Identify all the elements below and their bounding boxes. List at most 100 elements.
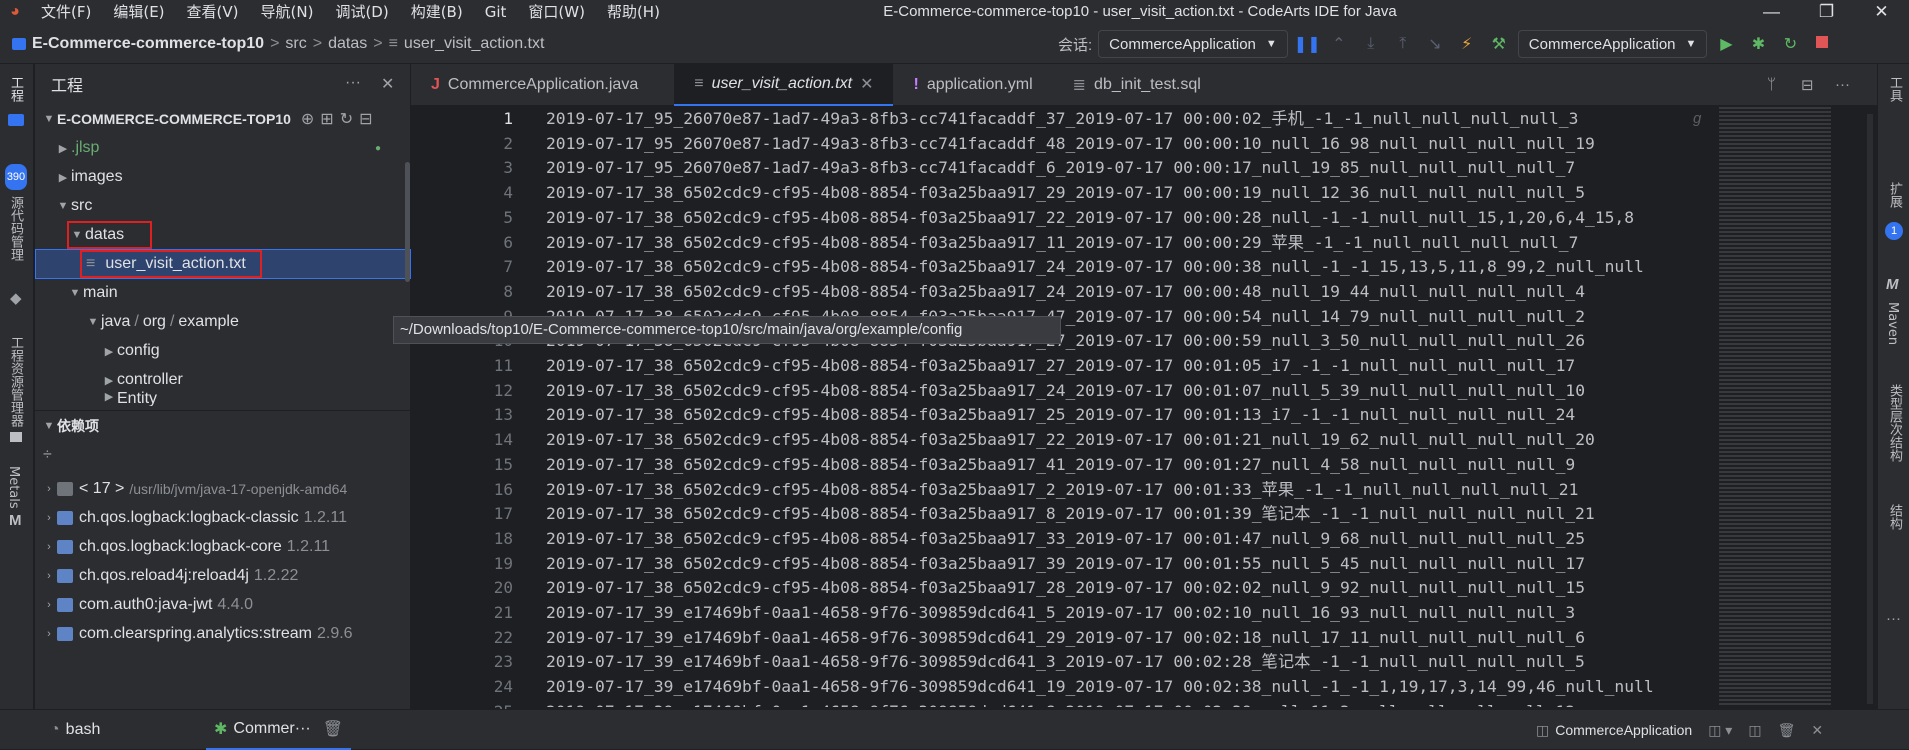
menu-git[interactable]: Git bbox=[474, 0, 518, 24]
menu-navigate[interactable]: 导航(N) bbox=[250, 0, 325, 24]
menu-build[interactable]: 构建(B) bbox=[400, 0, 474, 24]
code-line[interactable]: 2019-07-17_39_e17469bf-0aa1-4658-9f76-30… bbox=[546, 650, 1585, 673]
tree-item-datas[interactable]: ▼ datas bbox=[35, 220, 411, 250]
explorer-tool-button[interactable]: 工程资源管理器 bbox=[6, 336, 25, 427]
dep-row[interactable]: › com.clearspring.analytics:stream 2.9.6 bbox=[35, 619, 411, 649]
code-line[interactable]: 2019-07-17_38_6502cdc9-cf95-4b08-8854-f0… bbox=[546, 576, 1585, 599]
code-line[interactable]: 2019-07-17_95_26070e87-1ad7-49a3-8fb3-cc… bbox=[546, 156, 1575, 179]
split-panel-icon[interactable]: ◫ bbox=[1748, 722, 1761, 739]
structure-tool-button[interactable]: 结构 bbox=[1885, 504, 1904, 530]
dep-row[interactable]: › ch.qos.logback:logback-classic 1.2.11 bbox=[35, 503, 411, 533]
dependencies-header[interactable]: ▼ 依赖项 bbox=[35, 410, 411, 440]
trash-icon[interactable]: 🗑 bbox=[1778, 722, 1796, 739]
dependencies-filter-icon[interactable]: ÷ bbox=[35, 440, 411, 470]
tree-item-config[interactable]: ▶ config bbox=[35, 336, 411, 366]
step-over-icon[interactable]: ⌃ bbox=[1326, 34, 1352, 54]
dep-row[interactable]: › ch.qos.reload4j:reload4j 1.2.22 bbox=[35, 561, 411, 591]
breadcrumb-project[interactable]: E-Commerce-commerce-top10 bbox=[32, 35, 264, 53]
scm-tool-button[interactable]: 源代码管理 bbox=[6, 196, 25, 261]
code-line[interactable]: 2019-07-17_38_6502cdc9-cf95-4b08-8854-f0… bbox=[546, 231, 1578, 254]
pause-icon[interactable]: ❚❚ bbox=[1294, 34, 1321, 54]
breadcrumb-datas[interactable]: datas bbox=[328, 35, 367, 53]
tree-item-user-visit-action[interactable]: ≡ user_visit_action.txt bbox=[35, 249, 411, 279]
code-line[interactable]: 2019-07-17_39_e17469bf-0aa1-4658-9f76-30… bbox=[546, 700, 1575, 707]
debug-icon[interactable]: ✱ bbox=[1745, 34, 1771, 54]
editor-scrollbar[interactable] bbox=[1867, 114, 1873, 704]
step-out-icon[interactable]: ⤒ bbox=[1390, 35, 1416, 53]
split-editor-icon[interactable]: ⊟ bbox=[1801, 76, 1814, 94]
code-line[interactable]: 2019-07-17_38_6502cdc9-cf95-4b08-8854-f0… bbox=[546, 181, 1585, 204]
project-root-row[interactable]: ▼ E-COMMERCE-COMMERCE-TOP10 ⊕⊞↻⊟ bbox=[35, 104, 411, 134]
code-line[interactable]: 2019-07-17_38_6502cdc9-cf95-4b08-8854-f0… bbox=[546, 428, 1595, 451]
code-area[interactable]: 2019-07-17_95_26070e87-1ad7-49a3-8fb3-cc… bbox=[546, 107, 1726, 707]
breadcrumb-src[interactable]: src bbox=[285, 35, 306, 53]
breadcrumb-file[interactable]: user_visit_action.txt bbox=[404, 35, 545, 53]
run-icon[interactable]: ▶ bbox=[1713, 34, 1739, 54]
code-line[interactable]: 2019-07-17_95_26070e87-1ad7-49a3-8fb3-cc… bbox=[546, 132, 1595, 155]
menu-edit[interactable]: 编辑(E) bbox=[102, 0, 175, 24]
maven-tool-button[interactable]: Maven bbox=[1885, 302, 1900, 345]
tree-item-src[interactable]: ▼ src bbox=[35, 191, 411, 221]
more-icon[interactable]: ··· bbox=[1835, 76, 1850, 93]
dep-row[interactable]: › com.auth0:java-jwt 4.4.0 bbox=[35, 590, 411, 620]
code-line[interactable]: 2019-07-17_39_e17469bf-0aa1-4658-9f76-30… bbox=[546, 626, 1585, 649]
menu-view[interactable]: 查看(V) bbox=[176, 0, 250, 24]
run-config-select[interactable]: CommerceApplication ▼ bbox=[1517, 30, 1708, 58]
trash-icon[interactable]: 🗑 bbox=[323, 719, 343, 739]
close-tab-icon[interactable]: ✕ bbox=[860, 74, 873, 94]
code-line[interactable]: 2019-07-17_38_6502cdc9-cf95-4b08-8854-f0… bbox=[546, 403, 1575, 426]
hammer-icon[interactable]: ⚒ bbox=[1486, 34, 1512, 54]
session-select[interactable]: CommerceApplication ▼ bbox=[1098, 30, 1288, 58]
tab-run-commerce[interactable]: ✱ Commer··· 🗑 bbox=[206, 710, 352, 750]
tab-db-init-test[interactable]: ≣ db_init_test.sql bbox=[1053, 64, 1221, 106]
tree-item-entity[interactable]: ▶ Entity bbox=[35, 390, 411, 406]
menu-window[interactable]: 窗口(W) bbox=[517, 0, 596, 24]
code-line[interactable]: 2019-07-17_38_6502cdc9-cf95-4b08-8854-f0… bbox=[546, 379, 1585, 402]
more-icon[interactable]: ··· bbox=[1886, 610, 1901, 627]
tree-item-jlsp[interactable]: ▶ .jlsp ● bbox=[35, 133, 411, 163]
tab-user-visit-action[interactable]: ≡ user_visit_action.txt ✕ bbox=[674, 63, 894, 106]
maximize-icon[interactable]: ❐ bbox=[1799, 0, 1854, 24]
code-line[interactable]: 2019-07-17_38_6502cdc9-cf95-4b08-8854-f0… bbox=[546, 453, 1575, 476]
project-tool-button[interactable]: 工程 bbox=[6, 76, 25, 102]
hierarchy-tool-button[interactable]: 类型层次结构 bbox=[1885, 384, 1904, 462]
code-line[interactable]: 2019-07-17_38_6502cdc9-cf95-4b08-8854-f0… bbox=[546, 527, 1585, 550]
terminal-icon[interactable] bbox=[10, 432, 22, 442]
lightning-icon[interactable]: ⚡ bbox=[1454, 34, 1480, 54]
tab-bash[interactable]: ◔ bash bbox=[50, 710, 100, 750]
minimap[interactable] bbox=[1719, 107, 1831, 707]
code-line[interactable]: 2019-07-17_38_6502cdc9-cf95-4b08-8854-f0… bbox=[546, 354, 1575, 377]
panel-actions-icon[interactable]: ⊕⊞↻⊟ bbox=[301, 109, 379, 129]
restart-icon[interactable]: ↻ bbox=[1777, 34, 1803, 54]
code-line[interactable]: 2019-07-17_38_6502cdc9-cf95-4b08-8854-f0… bbox=[546, 502, 1595, 525]
minimize-icon[interactable]: — bbox=[1744, 0, 1799, 24]
git-icon[interactable]: ◆ bbox=[10, 289, 22, 307]
menu-help[interactable]: 帮助(H) bbox=[596, 0, 671, 24]
extensions-tool-button[interactable]: 扩展 bbox=[1885, 182, 1904, 208]
tree-scrollbar[interactable] bbox=[405, 162, 410, 282]
dep-row[interactable]: › ch.qos.logback:logback-core 1.2.11 bbox=[35, 532, 411, 562]
close-window-icon[interactable]: ✕ bbox=[1854, 0, 1909, 24]
close-icon[interactable]: ✕ bbox=[1811, 722, 1823, 739]
step-into-icon[interactable]: ⤓ bbox=[1358, 35, 1384, 53]
branch-icon[interactable]: ᛘ bbox=[1767, 76, 1776, 93]
tab-application-yml[interactable]: ! application.yml bbox=[893, 64, 1052, 106]
stop-icon[interactable] bbox=[1809, 35, 1835, 53]
tree-item-package[interactable]: ▼ java / org / example bbox=[35, 307, 411, 337]
code-line[interactable]: 2019-07-17_39_e17469bf-0aa1-4658-9f76-30… bbox=[546, 675, 1654, 698]
code-line[interactable]: 2019-07-17_38_6502cdc9-cf95-4b08-8854-f0… bbox=[546, 255, 1644, 278]
menu-debug[interactable]: 调试(D) bbox=[324, 0, 399, 24]
code-line[interactable]: 2019-07-17_38_6502cdc9-cf95-4b08-8854-f0… bbox=[546, 206, 1634, 229]
code-line[interactable]: 2019-07-17_38_6502cdc9-cf95-4b08-8854-f0… bbox=[546, 552, 1585, 575]
tools-tool-button[interactable]: 工具 bbox=[1885, 76, 1904, 102]
close-icon[interactable]: ✕ bbox=[381, 74, 394, 94]
code-line[interactable]: 2019-07-17_39_e17469bf-0aa1-4658-9f76-30… bbox=[546, 601, 1575, 624]
tab-commerce-application[interactable]: J CommerceApplication.java bbox=[411, 64, 658, 106]
menu-file[interactable]: 文件(F) bbox=[30, 0, 102, 24]
layout-icon[interactable]: ◫ ▾ bbox=[1708, 722, 1732, 739]
run-target-label[interactable]: ◫ CommerceApplication ◫ ▾ ◫ 🗑 ✕ bbox=[1536, 710, 1823, 750]
run-to-cursor-icon[interactable]: ↘ bbox=[1422, 34, 1448, 54]
code-line[interactable]: 2019-07-17_38_6502cdc9-cf95-4b08-8854-f0… bbox=[546, 478, 1578, 501]
tree-item-images[interactable]: ▶ images bbox=[35, 162, 411, 192]
code-line[interactable]: 2019-07-17_38_6502cdc9-cf95-4b08-8854-f0… bbox=[546, 280, 1585, 303]
